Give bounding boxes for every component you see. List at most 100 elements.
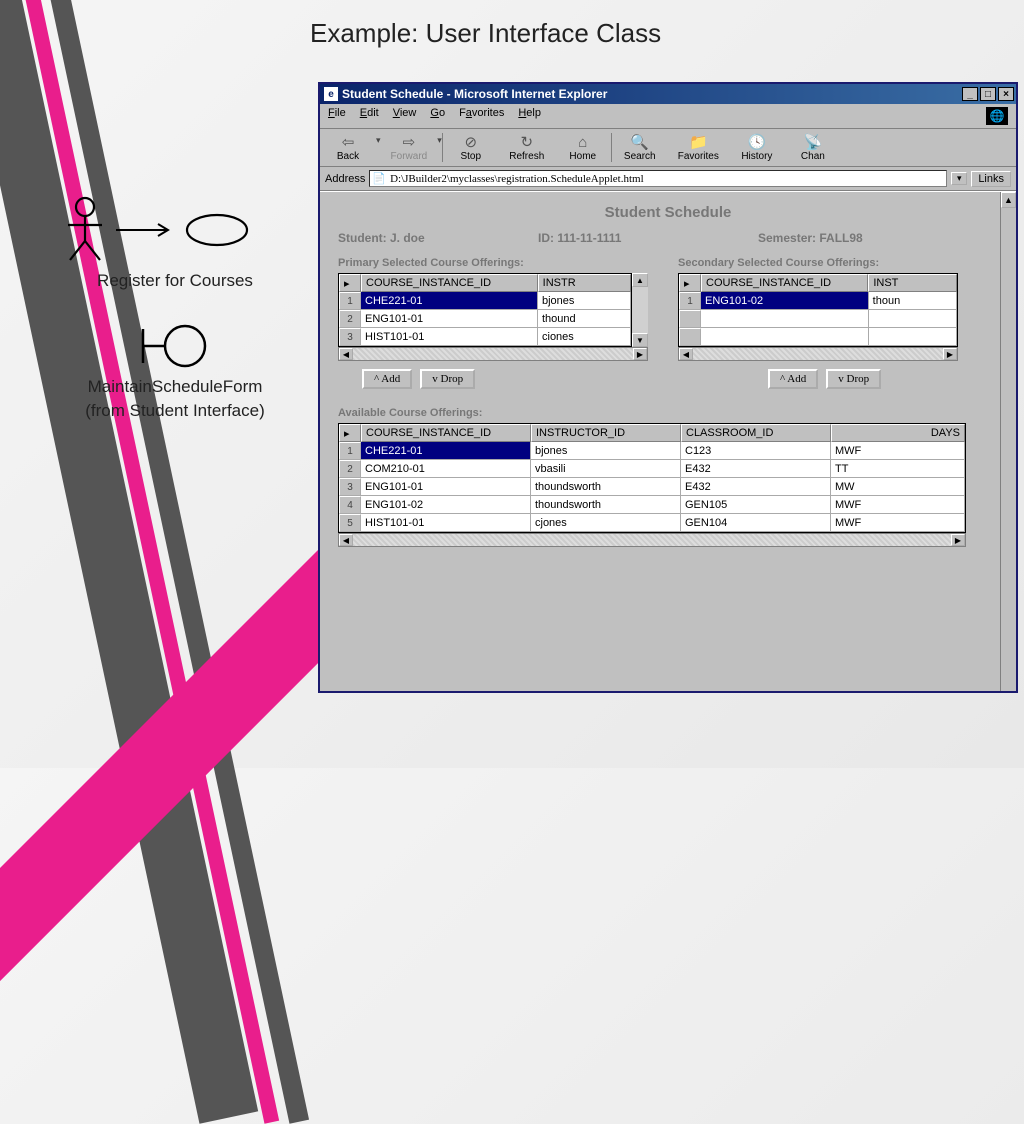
menu-go[interactable]: Go <box>430 107 445 125</box>
secondary-drop-button[interactable]: v Drop <box>826 369 881 389</box>
search-icon: 🔍 <box>629 133 651 151</box>
scroll-right-icon[interactable]: ▶ <box>633 348 647 360</box>
favorites-button[interactable]: 📁 Favorites <box>668 131 729 164</box>
cell-course: COM210-01 <box>361 460 531 478</box>
actor-icon <box>60 195 110 265</box>
primary-drop-button[interactable]: v Drop <box>420 369 475 389</box>
forward-label: Forward <box>391 151 428 162</box>
table-row[interactable]: 5 HIST101-01 cjones GEN104 MWF <box>339 514 965 532</box>
table-row <box>679 310 957 328</box>
address-input[interactable] <box>390 173 944 185</box>
primary-offerings-block: Primary Selected Course Offerings: ▸ COU… <box>338 257 648 389</box>
primary-vscroll[interactable]: ▲ ▼ <box>632 273 648 347</box>
col-course[interactable]: COURSE_INSTANCE_ID <box>701 274 868 292</box>
secondary-hscroll[interactable]: ◀ ▶ <box>678 347 958 361</box>
primary-hscroll[interactable]: ◀ ▶ <box>338 347 648 361</box>
cell-instr <box>869 310 957 328</box>
table-row[interactable]: 1 ENG101-02 thoun <box>679 292 957 310</box>
stop-button[interactable]: ⊘ Stop <box>443 131 499 164</box>
window-title: Student Schedule - Microsoft Internet Ex… <box>342 87 607 101</box>
table-row[interactable]: 3 ENG101-01 thoundsworth E432 MW <box>339 478 965 496</box>
corner-cell: ▸ <box>339 424 361 442</box>
cell-classroom: E432 <box>681 478 831 496</box>
col-course[interactable]: COURSE_INSTANCE_ID <box>361 274 538 292</box>
menu-view[interactable]: View <box>393 107 417 125</box>
usecase-label: Register for Courses <box>50 271 300 291</box>
row-num <box>679 328 701 346</box>
table-row[interactable]: 1 CHE221-01 bjones <box>339 292 631 310</box>
scroll-left-icon[interactable]: ◀ <box>339 534 353 546</box>
menu-favorites[interactable]: Favorites <box>459 107 504 125</box>
col-classroom[interactable]: CLASSROOM_ID <box>681 424 831 442</box>
refresh-label: Refresh <box>509 151 544 162</box>
forward-button[interactable]: ⇨ Forward <box>381 131 438 164</box>
address-dropdown[interactable]: ▾ <box>951 172 967 185</box>
menu-edit[interactable]: Edit <box>360 107 379 125</box>
corner-cell: ▸ <box>679 274 701 292</box>
col-instr[interactable]: INST <box>868 274 957 292</box>
secondary-grid[interactable]: ▸ COURSE_INSTANCE_ID INST 1 ENG101-02 th… <box>678 273 958 347</box>
cell-instr <box>869 328 957 346</box>
minimize-button[interactable]: _ <box>962 87 978 101</box>
titlebar: e Student Schedule - Microsoft Internet … <box>320 84 1016 104</box>
primary-add-button[interactable]: ^ Add <box>362 369 412 389</box>
refresh-button[interactable]: ↻ Refresh <box>499 131 555 164</box>
available-grid[interactable]: ▸ COURSE_INSTANCE_ID INSTRUCTOR_ID CLASS… <box>338 423 966 533</box>
main-vscroll[interactable]: ▲ <box>1000 192 1016 691</box>
cell-classroom: GEN104 <box>681 514 831 532</box>
history-button[interactable]: 🕓 History <box>729 131 785 164</box>
home-icon: ⌂ <box>572 133 594 151</box>
cell-instr: ciones <box>538 328 631 346</box>
scroll-up-icon[interactable]: ▲ <box>1001 192 1016 208</box>
table-row[interactable]: 3 HIST101-01 ciones <box>339 328 631 346</box>
table-row[interactable]: 2 ENG101-01 thound <box>339 310 631 328</box>
menu-file[interactable]: File <box>328 107 346 125</box>
browser-window: e Student Schedule - Microsoft Internet … <box>318 82 1018 693</box>
row-num: 2 <box>339 310 361 328</box>
maximize-button[interactable]: □ <box>980 87 996 101</box>
scroll-up-icon[interactable]: ▲ <box>632 273 648 287</box>
close-button[interactable]: × <box>998 87 1014 101</box>
scroll-left-icon[interactable]: ◀ <box>339 348 353 360</box>
menu-help[interactable]: Help <box>518 107 541 125</box>
cell-course: CHE221-01 <box>361 292 538 310</box>
favorites-label: Favorites <box>678 151 719 162</box>
back-button[interactable]: ⇦ Back <box>320 131 376 164</box>
cell-classroom: GEN105 <box>681 496 831 514</box>
channels-button[interactable]: 📡 Chan <box>785 131 841 164</box>
cell-course: CHE221-01 <box>361 442 531 460</box>
stop-icon: ⊘ <box>460 133 482 151</box>
refresh-icon: ↻ <box>516 133 538 151</box>
favorites-icon: 📁 <box>687 133 709 151</box>
boundary-label-1: MaintainScheduleForm <box>50 377 300 397</box>
back-arrow-icon: ⇦ <box>337 133 359 151</box>
cell-instructor: bjones <box>531 442 681 460</box>
table-row[interactable]: 2 COM210-01 vbasili E432 TT <box>339 460 965 478</box>
col-instr[interactable]: INSTR <box>538 274 631 292</box>
cell-days: MWF <box>831 442 965 460</box>
toolbar: ⇦ Back ▾ ⇨ Forward ▾ ⊘ Stop ↻ Refresh ⌂ … <box>320 129 1016 167</box>
boundary-class-icon <box>135 321 215 371</box>
table-row[interactable]: 1 CHE221-01 bjones C123 MWF <box>339 442 965 460</box>
secondary-add-button[interactable]: ^ Add <box>768 369 818 389</box>
page-icon: 📄 <box>372 172 386 185</box>
search-button[interactable]: 🔍 Search <box>612 131 668 164</box>
col-instructor[interactable]: INSTRUCTOR_ID <box>531 424 681 442</box>
cell-course <box>701 328 869 346</box>
schedule-title: Student Schedule <box>338 204 998 221</box>
primary-offerings-label: Primary Selected Course Offerings: <box>338 257 648 269</box>
scroll-down-icon[interactable]: ▼ <box>632 333 648 347</box>
primary-grid[interactable]: ▸ COURSE_INSTANCE_ID INSTR 1 CHE221-01 b… <box>338 273 632 347</box>
links-button[interactable]: Links <box>971 171 1011 187</box>
table-row[interactable]: 4 ENG101-02 thoundsworth GEN105 MWF <box>339 496 965 514</box>
address-bar: Address 📄 ▾ Links <box>320 167 1016 191</box>
forward-arrow-icon: ⇨ <box>398 133 420 151</box>
scroll-left-icon[interactable]: ◀ <box>679 348 693 360</box>
home-button[interactable]: ⌂ Home <box>555 131 611 164</box>
available-hscroll[interactable]: ◀ ▶ <box>338 533 966 547</box>
row-num: 1 <box>679 292 701 310</box>
scroll-right-icon[interactable]: ▶ <box>943 348 957 360</box>
col-course[interactable]: COURSE_INSTANCE_ID <box>361 424 531 442</box>
col-days[interactable]: DAYS <box>831 424 965 442</box>
scroll-right-icon[interactable]: ▶ <box>951 534 965 546</box>
